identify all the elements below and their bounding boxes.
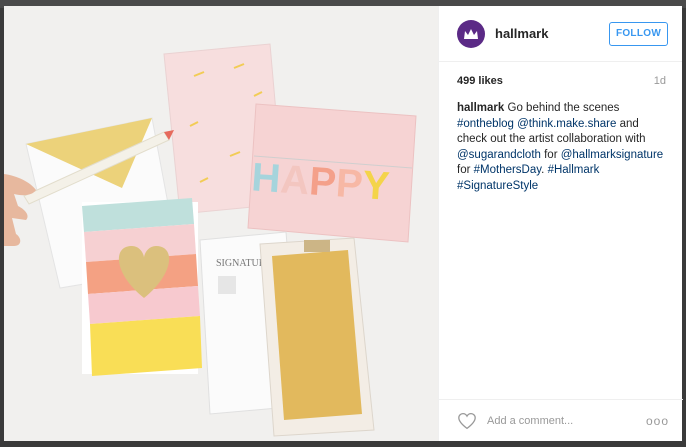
caption-link[interactable]: @think.make.share xyxy=(517,118,616,130)
post-sidebar: hallmark FOLLOW 499 likes 1d hallmark Go… xyxy=(438,6,683,441)
post-photo[interactable]: HAPPY SIGNATURE xyxy=(4,6,438,441)
heart-icon[interactable] xyxy=(457,412,477,430)
username[interactable]: hallmark xyxy=(495,26,609,41)
gold-card xyxy=(259,237,375,437)
caption-text: for xyxy=(457,164,474,176)
post-age[interactable]: 1d xyxy=(654,75,666,87)
post-header: hallmark FOLLOW xyxy=(439,6,682,62)
caption-link[interactable]: @hallmarksignature xyxy=(561,149,663,161)
stripe-card xyxy=(82,198,202,376)
caption-link[interactable]: #MothersDay xyxy=(474,164,542,176)
happy-card: HAPPY xyxy=(247,103,417,243)
post-meta: 499 likes 1d xyxy=(439,75,682,87)
caption-link[interactable]: @sugarandcloth xyxy=(457,149,541,161)
caption-text: Go behind the scenes xyxy=(504,102,620,114)
photo-illustration: HAPPY SIGNATURE xyxy=(4,6,438,441)
caption-link[interactable]: #SignatureStyle xyxy=(457,180,538,192)
crown-icon xyxy=(464,28,478,39)
caption-text: for xyxy=(540,148,561,161)
follow-button[interactable]: FOLLOW xyxy=(609,21,668,46)
more-dots-icon[interactable]: ooo xyxy=(646,414,669,428)
app-window: HAPPY SIGNATURE hallmark FOLLOW 499 like… xyxy=(0,0,686,447)
post-caption: hallmark Go behind the scenes #ontheblog… xyxy=(439,101,682,194)
avatar[interactable] xyxy=(457,19,485,48)
caption-link[interactable]: #ontheblog xyxy=(457,118,514,130)
comment-input[interactable]: Add a comment... xyxy=(487,415,646,427)
comment-bar: Add a comment... ooo xyxy=(439,399,683,441)
caption-link[interactable]: #Hallmark xyxy=(548,164,600,176)
caption-username[interactable]: hallmark xyxy=(457,102,504,114)
likes-count[interactable]: 499 likes xyxy=(457,75,503,87)
